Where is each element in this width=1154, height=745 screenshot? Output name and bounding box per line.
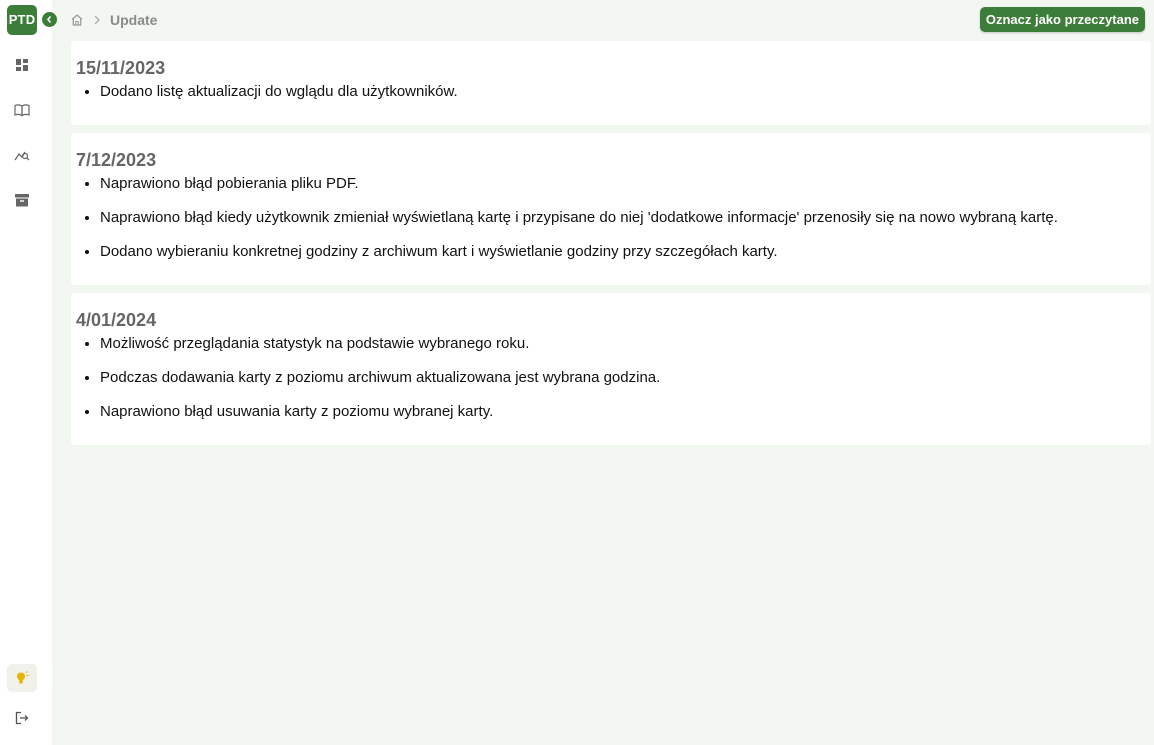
sidebar-collapse-button[interactable] [42, 12, 57, 27]
chart-search-icon[interactable] [12, 145, 32, 165]
lightbulb-icon[interactable] [7, 664, 37, 692]
update-items: Możliwość przeglądania statystyk na pods… [76, 335, 1146, 421]
update-card: 7/12/2023 Naprawiono błąd pobierania plik… [71, 133, 1151, 285]
archive-icon[interactable] [12, 190, 32, 210]
update-item: Dodano wybieraniu konkretnej godziny z a… [100, 243, 1146, 261]
update-item: Naprawiono błąd usuwania karty z poziomu… [100, 403, 1146, 421]
app-logo[interactable]: PTD [7, 5, 37, 35]
update-items: Naprawiono błąd pobierania pliku PDF. Nap… [76, 175, 1146, 261]
update-date: 7/12/2023 [76, 150, 157, 170]
updates-list: 15/11/2023 Dodano listę aktualizacji do w… [71, 41, 1151, 453]
home-icon[interactable] [70, 13, 84, 27]
update-date: 4/01/2024 [76, 310, 157, 330]
update-item: Naprawiono błąd pobierania pliku PDF. [100, 175, 1146, 193]
update-item: Dodano listę aktualizacji do wglądu dla … [100, 83, 1146, 101]
dashboard-icon[interactable] [12, 55, 32, 75]
breadcrumb: Update [70, 9, 157, 31]
breadcrumb-current: Update [110, 12, 158, 28]
update-item: Naprawiono błąd kiedy użytkownik zmienia… [100, 209, 1146, 227]
mark-as-read-button[interactable]: Oznacz jako przeczytane [979, 7, 1145, 32]
logout-icon[interactable] [12, 708, 32, 728]
update-card: 4/01/2024 Możliwość przeglądania statysty… [71, 293, 1151, 445]
breadcrumb-separator-icon [93, 14, 101, 26]
update-items: Dodano listę aktualizacji do wglądu dla … [76, 83, 1146, 101]
update-item: Możliwość przeglądania statystyk na pods… [100, 335, 1146, 353]
update-date: 15/11/2023 [76, 58, 166, 78]
update-card: 15/11/2023 Dodano listę aktualizacji do w… [71, 41, 1151, 125]
book-icon[interactable] [12, 100, 32, 120]
update-item: Podczas dodawania karty z poziomu archiw… [100, 369, 1146, 387]
chevron-left-icon [46, 15, 52, 24]
sidebar: PTD [0, 0, 52, 745]
